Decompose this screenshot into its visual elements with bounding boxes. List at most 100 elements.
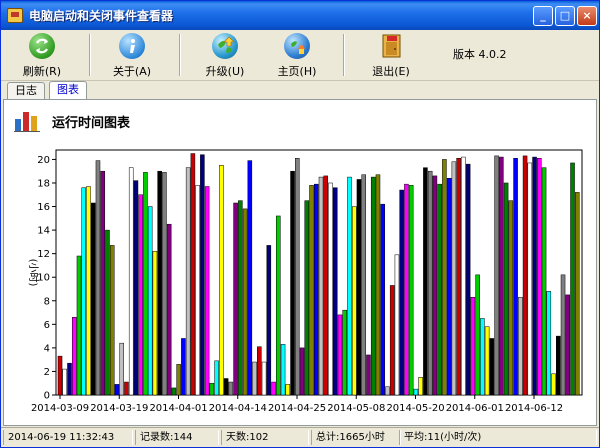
- chart-bar: [470, 296, 476, 396]
- chart-bar: [556, 335, 561, 396]
- chart-bar: [380, 203, 385, 396]
- chart-bar: [280, 344, 286, 396]
- chart-bar: [518, 296, 523, 396]
- chart-bar: [442, 159, 447, 396]
- status-datetime: 2014-06-19 11:32:43: [3, 430, 133, 445]
- chart-bar: [200, 154, 205, 396]
- chart-bar: [62, 368, 68, 396]
- chart-bar: [257, 346, 262, 396]
- tab-chart[interactable]: 图表: [49, 81, 87, 100]
- chart-bar: [480, 318, 485, 396]
- chart-bar: [290, 170, 295, 396]
- close-button[interactable]: ×: [577, 6, 597, 26]
- x-tick-label: 2014-06-12: [505, 403, 563, 414]
- chart-bar: [133, 180, 139, 396]
- chart-bar: [560, 274, 566, 396]
- chart-bar: [423, 167, 428, 396]
- info-icon: [119, 33, 145, 59]
- y-tick-label: 6: [44, 320, 50, 331]
- chart-bar: [399, 189, 404, 396]
- title-bar[interactable]: 电脑启动和关闭事件查看器 _ □ ×: [1, 1, 599, 30]
- chart-bar: [238, 200, 243, 396]
- uptime-chart: 024681012141618202014-03-09 2014-03-19 201…: [27, 149, 583, 414]
- exit-button[interactable]: 退出(E): [361, 32, 421, 78]
- status-bar: 2014-06-19 11:32:43 记录数:144 天数:102 总计:16…: [1, 427, 599, 447]
- chart-bar: [337, 314, 343, 396]
- chart-bar: [527, 162, 533, 396]
- globe-upgrade-icon: [212, 33, 238, 59]
- chart-bar: [181, 338, 186, 396]
- chart-bar: [190, 153, 196, 396]
- toolbar-separator: [89, 34, 91, 76]
- x-tick-label: 2014-05-08: [327, 403, 385, 414]
- chart-bar: [418, 377, 423, 396]
- upgrade-button[interactable]: 升级(U): [195, 32, 255, 78]
- chart-bar: [171, 387, 177, 396]
- chart-bar: [375, 174, 381, 396]
- chart-bar: [565, 294, 571, 396]
- chart-bar: [323, 175, 329, 396]
- chart-bar: [285, 384, 291, 396]
- chart-bar: [152, 251, 158, 396]
- toolbar-separator: [343, 34, 345, 76]
- chart-bar: [86, 186, 91, 396]
- status-days: 天数:102: [221, 430, 309, 445]
- about-label: 关于(A): [112, 65, 152, 78]
- chart-bar: [157, 170, 162, 396]
- x-tick-label: 2014-05-20: [386, 403, 444, 414]
- about-button[interactable]: 关于(A): [102, 32, 162, 78]
- chart-panel: 运行时间图表 0 2 4 6 8 10 12 14 16 18 20 2014-03-09 2014-0…: [3, 99, 597, 426]
- chart-bar: [494, 155, 499, 396]
- tab-log[interactable]: 日志: [7, 82, 45, 99]
- chart-bar: [575, 192, 580, 396]
- chart-bar: [413, 388, 419, 396]
- chart-bar: [385, 386, 390, 396]
- chart-bar: [427, 170, 433, 396]
- y-tick-label: 14: [37, 226, 50, 237]
- x-tick-label: 2014-04-14: [209, 403, 267, 414]
- chart-bar: [57, 355, 63, 396]
- chart-bar: [90, 202, 96, 396]
- chart-bar: [532, 156, 537, 396]
- maximize-button[interactable]: □: [555, 6, 575, 26]
- y-tick-label: 0: [44, 391, 50, 402]
- chart-bar: [508, 200, 514, 396]
- upgrade-label: 升级(U): [205, 65, 245, 78]
- chart-bar: [271, 381, 276, 396]
- chart-bar: [147, 206, 153, 396]
- chart-bar: [432, 175, 438, 396]
- y-tick-label: 12: [37, 249, 50, 260]
- chart-bar: [451, 161, 457, 396]
- chart-bar: [209, 382, 215, 396]
- refresh-label: 刷新(R): [22, 65, 62, 78]
- chart-bar: [389, 285, 395, 396]
- home-button[interactable]: 主页(H): [267, 32, 327, 78]
- chart-bar: [109, 245, 115, 396]
- minimize-button[interactable]: _: [533, 6, 553, 26]
- chart-bar: [119, 342, 124, 396]
- chart-bar: [204, 186, 210, 396]
- chart-bar: [128, 167, 134, 396]
- chart-bar: [537, 158, 542, 396]
- window-title: 电脑启动和关闭事件查看器: [29, 9, 174, 23]
- chart-bar: [456, 158, 461, 396]
- chart-bar: [185, 167, 191, 396]
- toolbar: 刷新(R) 关于(A) 升级(U) 主页(H) 退出(E) 版本 4.0.2: [1, 30, 599, 81]
- app-window: 电脑启动和关闭事件查看器 _ □ × 刷新(R) 关于(A) 升级(U) 主页(…: [0, 0, 600, 448]
- chart-bar: [465, 163, 471, 396]
- chart-bar: [71, 317, 77, 396]
- chart-bar: [143, 172, 148, 396]
- refresh-button[interactable]: 刷新(R): [12, 32, 72, 78]
- chart-bar: [503, 182, 509, 396]
- y-tick-label: 2: [44, 367, 50, 378]
- x-tick-label: 2014-06-01: [446, 403, 504, 414]
- chart-bar: [475, 274, 480, 396]
- toolbar-separator: [179, 34, 181, 76]
- chart-bar: [124, 381, 129, 396]
- y-tick-label: 16: [37, 202, 50, 213]
- version-label: 版本 4.0.2: [453, 48, 507, 61]
- chart-bar: [105, 229, 110, 396]
- y-axis-label: (小时): [27, 259, 39, 287]
- chart-bar: [314, 183, 319, 396]
- chart-bar: [347, 176, 352, 396]
